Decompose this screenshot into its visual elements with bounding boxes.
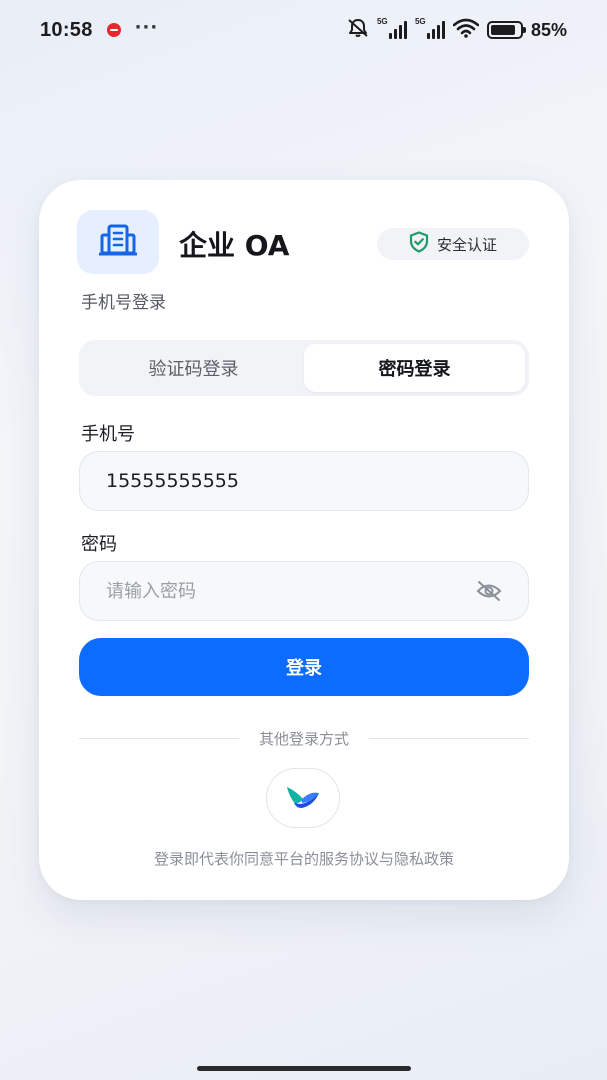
other-login-divider: 其他登录方式 [79,726,530,750]
status-right: 5G 5G 85% [347,17,567,42]
shield-check-icon [409,231,429,257]
agreement-text: 登录即代表你同意平台的服务协议与隐私政策 [153,850,454,868]
status-bar: 10:58 ··· 5G 5G 85% [0,0,607,60]
network-type-2: 5G [414,17,426,26]
feishu-login-button[interactable] [266,768,340,828]
phone-field [79,451,529,511]
feishu-bird-icon [284,781,322,815]
status-left: 10:58 ··· [40,16,159,42]
app-title: 企业 OA [179,229,290,262]
password-field [79,561,529,621]
divider-line-left [79,737,239,739]
wifi-icon [452,18,480,42]
battery-percent: 85% [530,19,567,40]
login-tabs: 验证码登录 密码登录 [79,340,529,396]
password-label: 密码 [81,534,117,555]
security-badge: 安全认证 [377,228,529,260]
eye-off-icon[interactable] [476,579,502,603]
network-type-1: 5G [376,17,388,26]
login-subtitle: 手机号登录 [81,293,166,313]
tab-sms-code-login[interactable]: 验证码登录 [83,344,304,392]
mute-bell-icon [347,18,369,42]
status-time: 10:58 [40,18,93,41]
signal-icon: 5G [377,17,407,39]
login-card: 企业 OA 安全认证 手机号登录 验证码登录 密码登录 手机号 密码 登录 [39,180,569,900]
more-icon: ··· [134,16,159,38]
login-button[interactable]: 登录 [79,638,529,696]
divider-line-right [369,737,530,739]
tab-password-login[interactable]: 密码登录 [304,344,525,392]
signal-icon: 5G [415,17,445,39]
battery-icon [486,21,526,39]
badge-label: 安全认证 [436,235,497,254]
phone-label: 手机号 [81,424,135,445]
battery-fill [490,25,515,35]
building-icon [98,223,138,261]
app-logo [77,210,159,274]
home-indicator[interactable] [197,1066,411,1071]
app-notification-icon [106,23,121,37]
phone-input[interactable] [106,470,502,492]
password-input[interactable] [106,580,476,602]
other-login-label: 其他登录方式 [259,729,350,748]
